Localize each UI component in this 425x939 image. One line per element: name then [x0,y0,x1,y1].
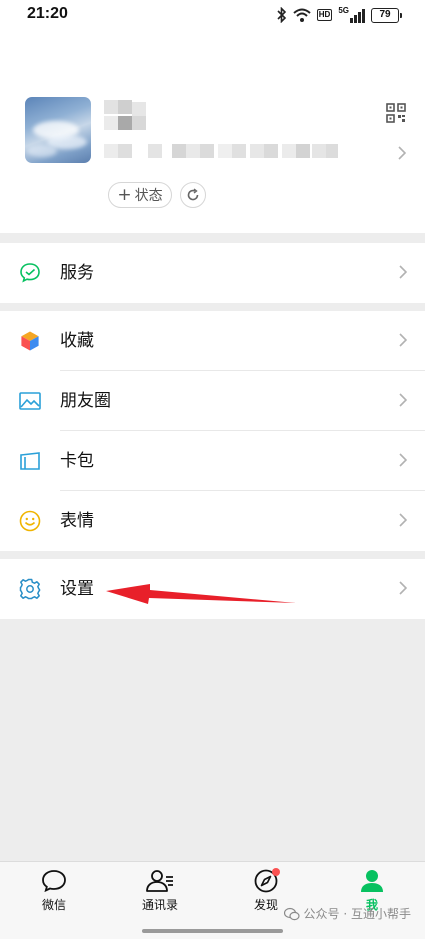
bottom-tab-bar: 微信 通讯录 发现 我 [0,861,425,939]
plus-icon: + [117,184,132,205]
home-indicator[interactable] [142,929,283,933]
menu-label-settings: 设置 [60,579,94,599]
wechat-logo-icon [283,907,300,920]
refresh-icon [187,188,199,201]
person-icon [361,870,383,892]
chevron-right-icon [399,581,407,595]
smiley-icon [19,510,41,532]
chevron-right-icon [399,393,407,407]
tab-label-contacts: 通讯录 [141,898,178,912]
battery-icon: 79 [371,7,402,23]
status-icons: HD 5G 79 [277,6,402,24]
features-group: 收藏 朋友圈 卡包 表情 [0,311,425,551]
menu-item-services[interactable]: 服务 [0,243,425,303]
chevron-right-icon [399,265,407,279]
menu-item-moments[interactable]: 朋友圈 [0,371,425,431]
gear-icon [19,578,41,600]
notification-dot [272,868,280,876]
chevron-right-icon [399,513,407,527]
profile-header[interactable]: + 状态 [0,30,425,233]
menu-label-favorites: 收藏 [60,331,94,351]
contacts-icon [146,870,173,892]
status-bar: 21:20 HD 5G 79 [0,0,425,30]
qr-code-icon[interactable] [386,103,406,123]
network-type-label: 5G [338,6,349,15]
chat-bubble-icon [42,870,66,893]
watermark-text: 公众号 · 互通小帮手 [303,907,411,921]
battery-level: 79 [379,8,391,20]
bluetooth-icon [277,7,286,23]
menu-label-services: 服务 [60,263,94,283]
wifi-icon [293,8,311,22]
menu-label-cards: 卡包 [60,451,94,471]
wallet-icon [20,452,40,470]
image-icon [19,392,41,410]
menu-item-cards[interactable]: 卡包 [0,431,425,491]
chevron-right-icon [399,333,407,347]
wechat-pay-icon [20,263,40,283]
menu-item-settings[interactable]: 设置 [0,559,425,619]
menu-item-stickers[interactable]: 表情 [0,491,425,551]
tab-label-chats: 微信 [41,898,66,912]
chevron-right-icon[interactable] [398,146,406,160]
hd-icon: HD [316,9,333,21]
chevron-right-icon [399,453,407,467]
cellular-signal-icon: 5G [338,7,365,23]
cube-icon [20,330,40,352]
services-group: 服务 [0,243,425,303]
avatar[interactable] [25,97,91,163]
tab-contacts[interactable]: 通讯录 [120,868,200,918]
tab-label-discover: 发现 [253,898,278,912]
tab-chats[interactable]: 微信 [14,868,94,918]
watermark: 公众号 · 互通小帮手 [283,905,411,922]
settings-group: 设置 [0,559,425,619]
status-button-label: 状态 [134,188,163,204]
status-time: 21:20 [27,5,68,22]
menu-item-favorites[interactable]: 收藏 [0,311,425,371]
menu-label-stickers: 表情 [60,511,94,531]
status-history-button[interactable] [180,182,206,208]
menu-label-moments: 朋友圈 [60,391,111,411]
add-status-button[interactable]: + 状态 [108,182,172,208]
